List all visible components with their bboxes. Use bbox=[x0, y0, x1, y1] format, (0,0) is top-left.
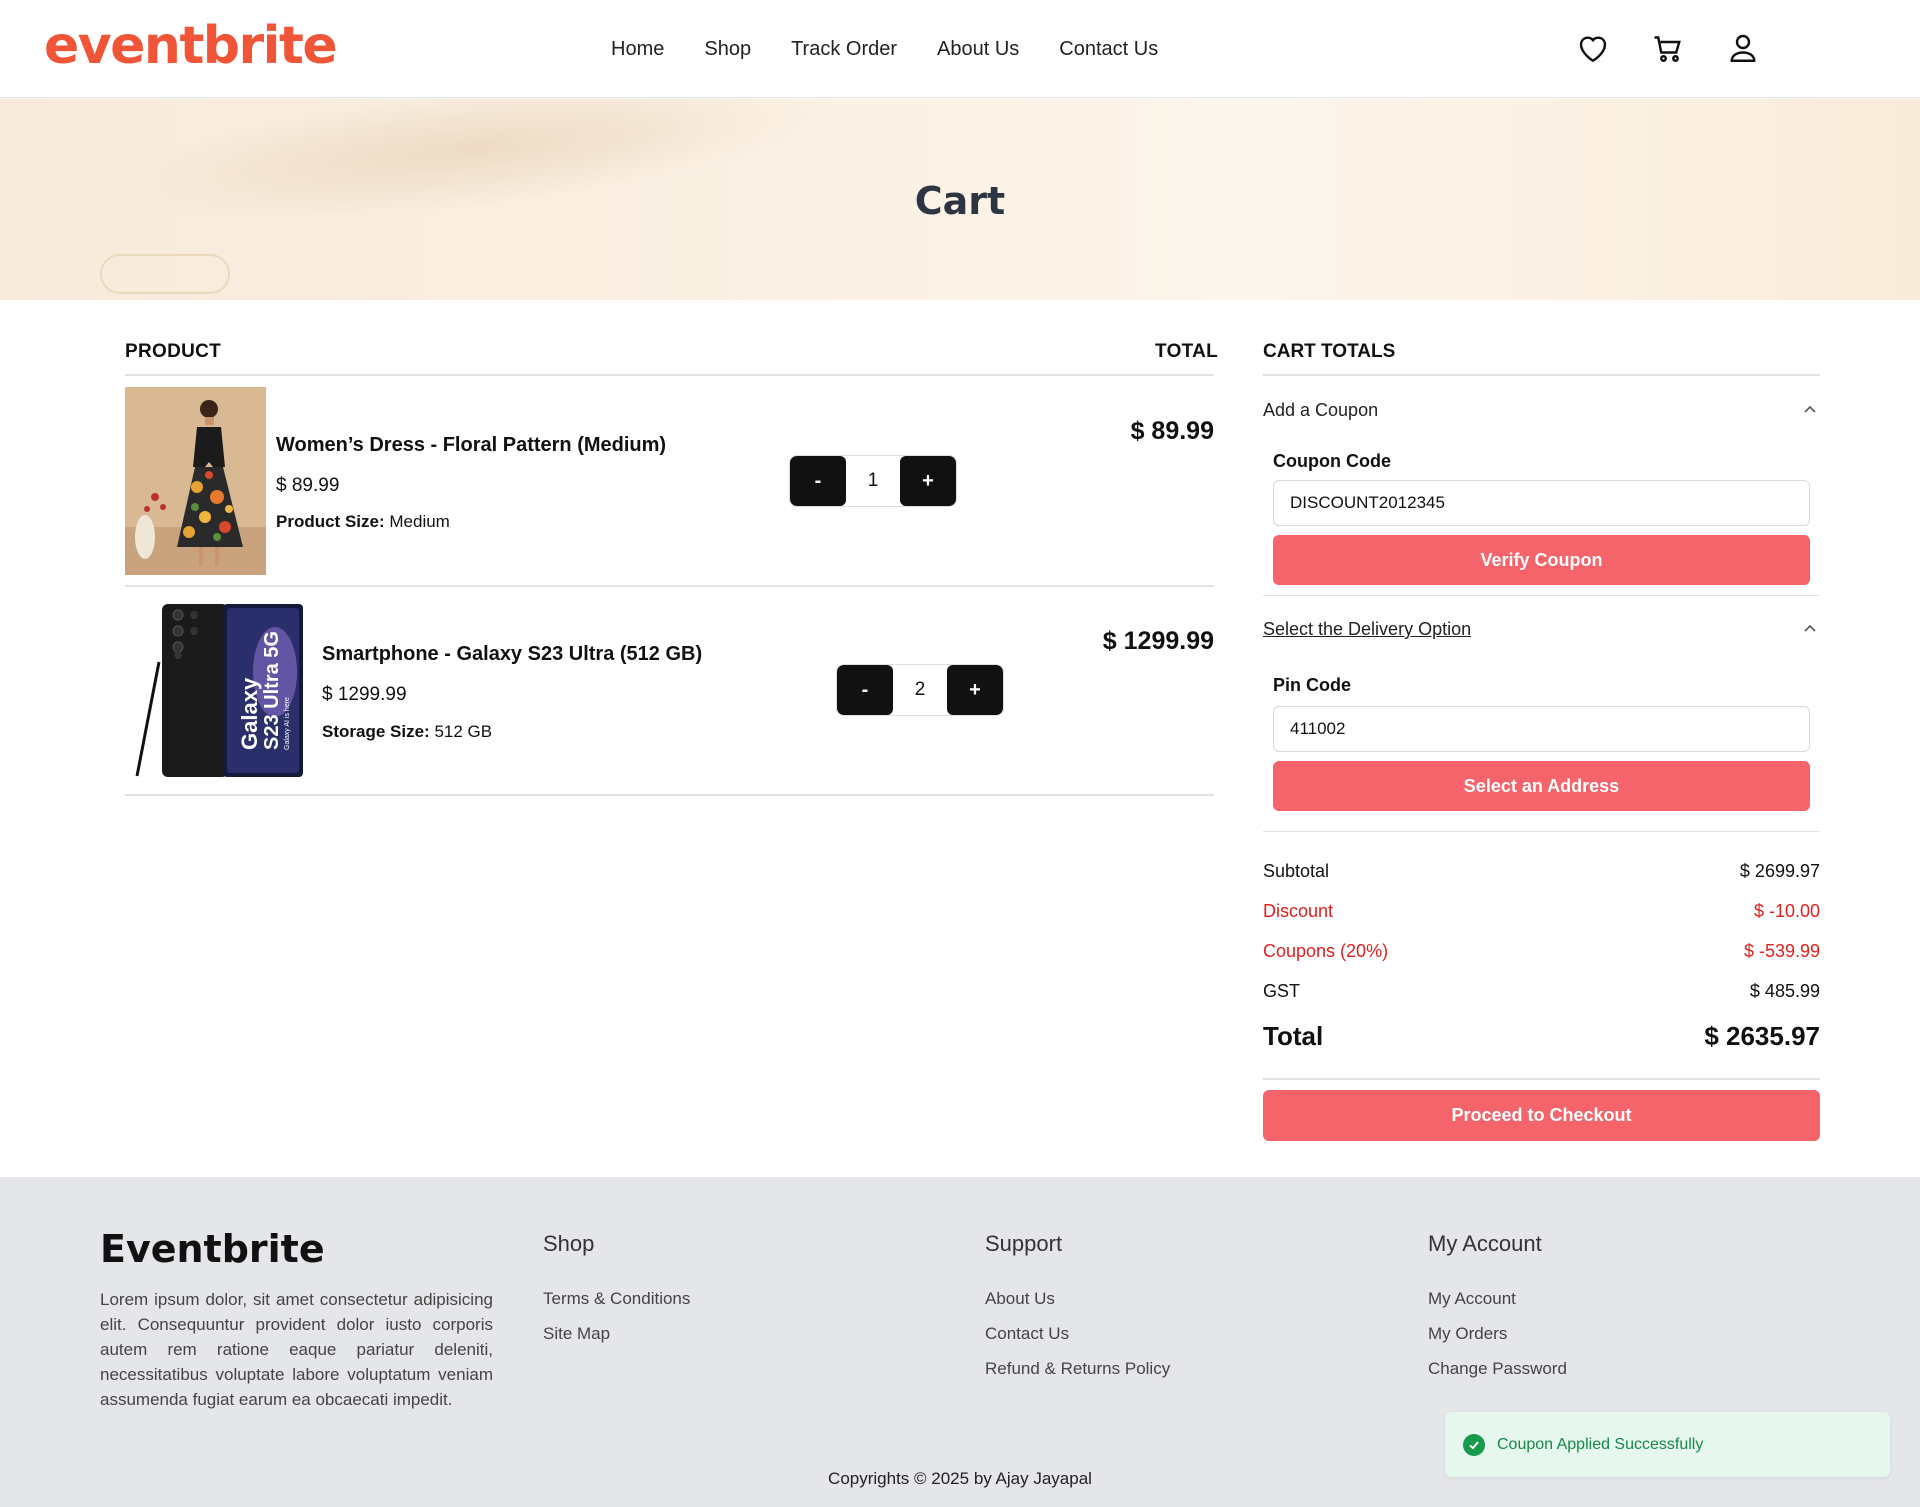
discount-label: Discount bbox=[1263, 901, 1334, 921]
footer-link-about-us[interactable]: About Us bbox=[985, 1289, 1055, 1309]
chevron-up-icon[interactable] bbox=[1803, 403, 1817, 417]
gst-value: $ 485.99 bbox=[1749, 981, 1820, 1001]
product-attribute: Storage Size: 512 GB bbox=[322, 722, 493, 741]
product-name[interactable]: Smartphone - Galaxy S23 Ultra (512 GB) bbox=[322, 643, 702, 666]
increase-quantity-button[interactable]: + bbox=[947, 665, 1003, 715]
cart-icon[interactable] bbox=[1650, 30, 1686, 66]
attribute-value: 512 GB bbox=[434, 722, 493, 741]
footer-heading-shop: Shop bbox=[543, 1231, 595, 1256]
product-attribute: Product Size: Medium bbox=[276, 512, 450, 531]
pin-code-input[interactable]: 411002 bbox=[1273, 706, 1810, 752]
coupons-label: Coupons (20%) bbox=[1263, 941, 1389, 961]
divider bbox=[1263, 1078, 1820, 1080]
footer-link-refund-policy[interactable]: Refund & Returns Policy bbox=[985, 1359, 1170, 1379]
phone-text-line1: Galaxy bbox=[236, 677, 262, 750]
quantity-value[interactable]: 2 bbox=[893, 665, 947, 715]
coupons-value: $ -539.99 bbox=[1743, 941, 1820, 961]
phone-text-line3: Galaxy AI is here bbox=[283, 696, 291, 750]
banner-decoration bbox=[100, 254, 230, 294]
phone-screen-text: Galaxy S23 Ultra 5G Galaxy AI is here bbox=[229, 604, 301, 776]
row-total: $ 1299.99 bbox=[1102, 627, 1214, 655]
heart-icon[interactable] bbox=[1575, 30, 1611, 66]
nav-track-order[interactable]: Track Order bbox=[791, 38, 897, 61]
subtotal-row: Subtotal $ 2699.97 bbox=[1263, 861, 1820, 882]
divider bbox=[125, 794, 1214, 796]
product-image-phone[interactable]: Galaxy S23 Ultra 5G Galaxy AI is here bbox=[125, 602, 305, 778]
product-name[interactable]: Women’s Dress - Floral Pattern (Medium) bbox=[276, 434, 666, 457]
footer-link-site-map[interactable]: Site Map bbox=[543, 1324, 610, 1344]
proceed-to-checkout-button[interactable]: Proceed to Checkout bbox=[1263, 1090, 1820, 1141]
footer-heading-account: My Account bbox=[1428, 1231, 1542, 1256]
page-banner: Cart bbox=[0, 99, 1920, 300]
subtotal-label: Subtotal bbox=[1263, 861, 1330, 881]
quantity-stepper: - 1 + bbox=[789, 455, 957, 507]
product-image-dress[interactable] bbox=[125, 387, 266, 575]
site-logo[interactable]: eventbrite bbox=[44, 16, 338, 76]
decrease-quantity-button[interactable]: - bbox=[790, 456, 846, 506]
nav-contact-us[interactable]: Contact Us bbox=[1059, 38, 1158, 61]
coupons-row: Coupons (20%) $ -539.99 bbox=[1263, 941, 1820, 962]
coupon-code-input[interactable]: DISCOUNT2012345 bbox=[1273, 480, 1810, 526]
delivery-accordion-header[interactable]: Select the Delivery Option bbox=[1263, 619, 1471, 640]
success-toast[interactable]: Coupon Applied Successfully bbox=[1445, 1412, 1890, 1477]
toast-message: Coupon Applied Successfully bbox=[1497, 1435, 1704, 1453]
nav-home[interactable]: Home bbox=[611, 38, 664, 61]
column-header-product: PRODUCT bbox=[125, 341, 222, 362]
discount-value: $ -10.00 bbox=[1753, 901, 1820, 921]
user-icon[interactable] bbox=[1725, 30, 1761, 66]
select-address-button[interactable]: Select an Address bbox=[1273, 761, 1810, 811]
footer-link-terms[interactable]: Terms & Conditions bbox=[543, 1289, 690, 1309]
chevron-up-icon[interactable] bbox=[1803, 622, 1817, 636]
page-title: Cart bbox=[914, 179, 1006, 223]
verify-coupon-button[interactable]: Verify Coupon bbox=[1273, 535, 1810, 585]
quantity-value[interactable]: 1 bbox=[846, 456, 900, 506]
cart-totals-title: CART TOTALS bbox=[1263, 341, 1396, 362]
coupon-accordion-header[interactable]: Add a Coupon bbox=[1263, 400, 1378, 421]
site-header: eventbrite Home Shop Track Order About U… bbox=[0, 0, 1920, 98]
nav-shop[interactable]: Shop bbox=[704, 38, 751, 61]
check-circle-icon bbox=[1463, 1433, 1485, 1456]
footer-link-my-account[interactable]: My Account bbox=[1428, 1289, 1516, 1309]
footer-description: Lorem ipsum dolor, sit amet consectetur … bbox=[100, 1290, 493, 1409]
footer-heading-support: Support bbox=[985, 1231, 1063, 1256]
increase-quantity-button[interactable]: + bbox=[900, 456, 956, 506]
footer-link-change-password[interactable]: Change Password bbox=[1428, 1359, 1567, 1379]
divider bbox=[125, 374, 1214, 376]
divider bbox=[1263, 595, 1820, 596]
footer-brand: Eventbrite bbox=[100, 1227, 325, 1271]
divider bbox=[1263, 831, 1820, 832]
row-total: $ 89.99 bbox=[1130, 417, 1214, 445]
footer-link-my-orders[interactable]: My Orders bbox=[1428, 1324, 1507, 1344]
attribute-label: Storage Size bbox=[322, 722, 425, 741]
attribute-value: Medium bbox=[389, 512, 450, 531]
quantity-stepper: - 2 + bbox=[836, 664, 1004, 716]
product-price: $ 89.99 bbox=[276, 475, 340, 496]
subtotal-value: $ 2699.97 bbox=[1739, 861, 1820, 881]
pin-code-label: Pin Code bbox=[1273, 675, 1352, 695]
main-nav: Home Shop Track Order About Us Contact U… bbox=[611, 38, 1198, 61]
coupon-code-label: Coupon Code bbox=[1273, 451, 1391, 471]
footer-link-contact-us[interactable]: Contact Us bbox=[985, 1324, 1069, 1344]
total-label: Total bbox=[1263, 1021, 1324, 1051]
divider bbox=[1263, 374, 1820, 376]
gst-label: GST bbox=[1263, 981, 1301, 1001]
column-header-total: TOTAL bbox=[1155, 341, 1219, 362]
discount-row: Discount $ -10.00 bbox=[1263, 901, 1820, 922]
gst-row: GST $ 485.99 bbox=[1263, 981, 1820, 1002]
total-row: Total $ 2635.97 bbox=[1263, 1021, 1820, 1052]
phone-text-line2: S23 Ultra 5G bbox=[260, 630, 283, 750]
decrease-quantity-button[interactable]: - bbox=[837, 665, 893, 715]
divider bbox=[125, 585, 1214, 587]
product-price: $ 1299.99 bbox=[322, 684, 407, 705]
total-value: $ 2635.97 bbox=[1704, 1021, 1820, 1051]
banner-decoration bbox=[115, 99, 825, 246]
nav-about-us[interactable]: About Us bbox=[937, 38, 1019, 61]
attribute-label: Product Size bbox=[276, 512, 379, 531]
